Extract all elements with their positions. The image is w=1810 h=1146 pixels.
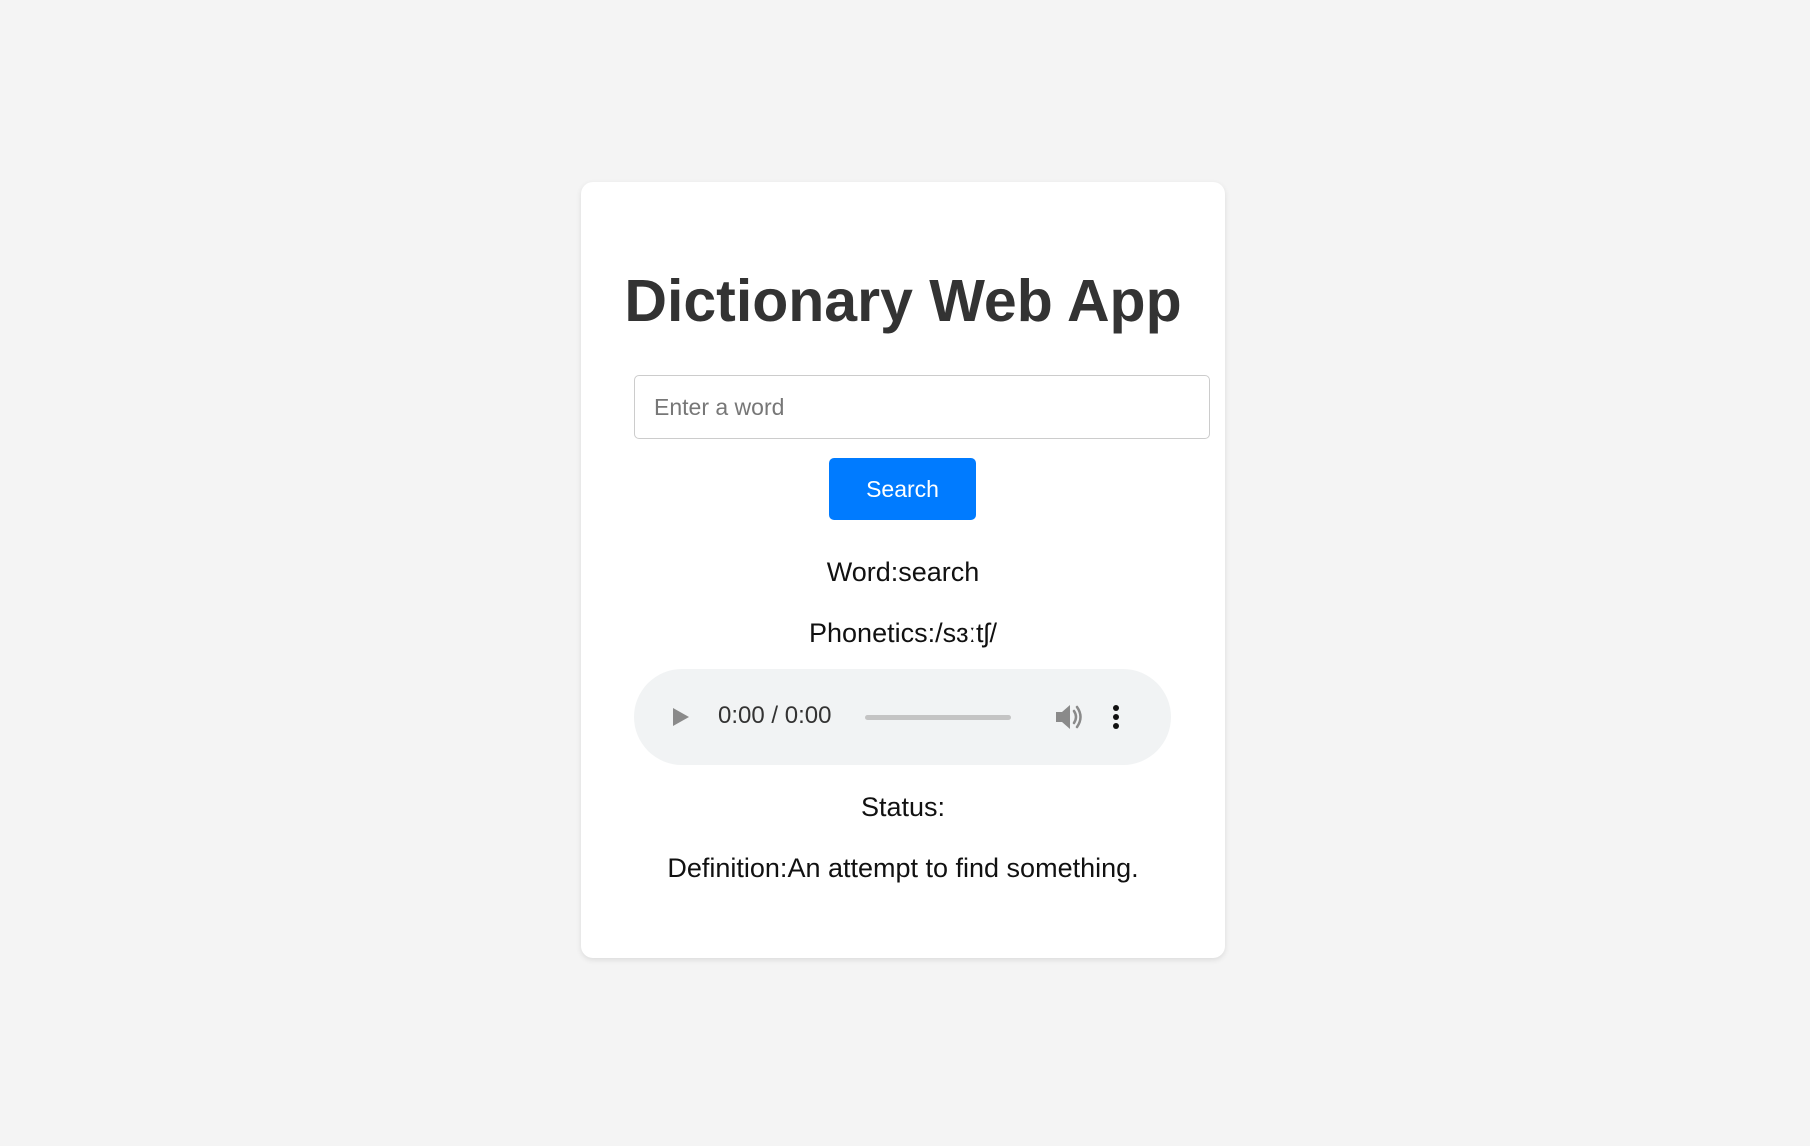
word-result: Word:search [581, 559, 1225, 586]
audio-progress-bar[interactable] [865, 715, 1011, 720]
status-label: Status: [860, 792, 946, 822]
phonetics-result: Phonetics:/sɜːtʃ/ [581, 620, 1225, 647]
phonetics-value: /sɜːtʃ/ [935, 618, 997, 648]
play-icon[interactable] [664, 701, 696, 733]
definition-value: An attempt to find something. [787, 853, 1139, 883]
page-title: Dictionary Web App [624, 268, 1182, 334]
dictionary-card: Dictionary Web App Search Word:search Ph… [581, 182, 1225, 958]
word-value: search [898, 557, 980, 587]
definition-label: Definition: [667, 853, 788, 883]
word-label: Word: [826, 557, 899, 587]
volume-icon[interactable] [1052, 701, 1086, 733]
audio-player: 0:00 / 0:00 [634, 669, 1171, 765]
definition-result: Definition:An attempt to find something. [581, 855, 1225, 882]
search-button[interactable]: Search [829, 458, 976, 520]
phonetics-label: Phonetics: [809, 618, 936, 648]
more-options-icon[interactable] [1108, 701, 1124, 733]
audio-time-display: 0:00 / 0:00 [718, 702, 832, 729]
word-search-input[interactable] [634, 375, 1210, 439]
status-result: Status: [581, 794, 1225, 821]
